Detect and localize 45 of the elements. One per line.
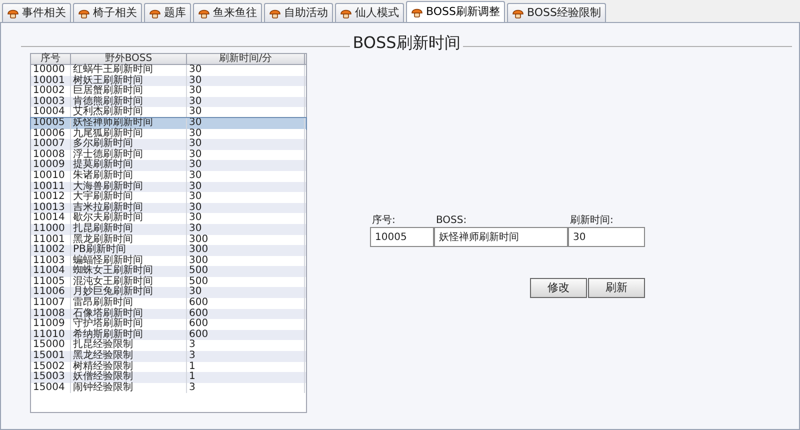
- table-row[interactable]: 10000 红蜗牛王刷新时间 30: [31, 65, 306, 76]
- table-cell: 15004: [31, 382, 71, 394]
- column-header[interactable]: 序号: [31, 54, 71, 64]
- mushroom-icon: [78, 7, 90, 19]
- form-button[interactable]: 修改: [530, 278, 587, 298]
- table-row[interactable]: 11009 守护塔刷新时间 600: [31, 319, 306, 330]
- form-button[interactable]: 刷新: [588, 278, 645, 298]
- table-row[interactable]: 10007 多尔刷新时间 30: [31, 139, 306, 150]
- table-row[interactable]: 11007 雷昂刷新时间 600: [31, 298, 306, 309]
- tab[interactable]: BOSS经验限制: [506, 3, 606, 22]
- mushroom-icon: [411, 6, 423, 18]
- table-row[interactable]: 15003 妖僧经验限制 1: [31, 372, 306, 383]
- table-row[interactable]: 10010 朱诸刷新时间 30: [31, 170, 306, 182]
- mushroom-icon: [340, 7, 352, 19]
- tab[interactable]: 仙人模式: [335, 3, 404, 22]
- input-field[interactable]: 30: [568, 227, 645, 247]
- table-row[interactable]: 10014 歇尔夫刷新时间 30: [31, 213, 306, 224]
- input-field[interactable]: 10005: [370, 227, 434, 247]
- mushroom-icon: [149, 7, 161, 19]
- table-row[interactable]: 11002 PB刷新时间 300: [31, 245, 306, 256]
- tab[interactable]: 自助活动: [264, 3, 333, 22]
- table-cell: 闹钟经验限制: [71, 382, 187, 394]
- tab[interactable]: BOSS刷新调整: [406, 1, 505, 22]
- table-row[interactable]: 10002 巨居蟹刷新时间 30: [31, 86, 306, 97]
- tab[interactable]: 鱼来鱼往: [193, 3, 262, 22]
- table-row[interactable]: 10009 提莫刷新时间 30: [31, 160, 306, 171]
- table-row[interactable]: 10012 大宇刷新时间 30: [31, 192, 306, 203]
- mushroom-icon: [269, 7, 281, 19]
- mushroom-icon: [7, 7, 19, 19]
- group-title: BOSS刷新时间: [352, 32, 462, 54]
- tab[interactable]: 事件相关: [2, 3, 71, 22]
- field-label: 刷新时间:: [569, 215, 614, 227]
- field-label: BOSS:: [435, 215, 468, 227]
- field-label: 序号:: [371, 215, 396, 227]
- table-row[interactable]: 11000 扎昆刷新时间 30: [31, 224, 306, 234]
- mushroom-icon: [198, 7, 210, 19]
- mushroom-icon: [512, 7, 524, 19]
- table-cell: 3: [187, 382, 305, 394]
- input-field[interactable]: 妖怪禅师刷新时间: [434, 227, 568, 247]
- table-row[interactable]: 11004 蜘蛛女王刷新时间 500: [31, 266, 306, 277]
- tab[interactable]: 椅子相关: [73, 3, 142, 22]
- table-row[interactable]: 15004 闹钟经验限制 3: [31, 382, 306, 394]
- table-row[interactable]: 15001 黑龙经验限制 3: [31, 351, 306, 362]
- table-row[interactable]: 10004 艾利杰刷新时间 30: [31, 107, 306, 118]
- tab[interactable]: 题库: [144, 3, 191, 22]
